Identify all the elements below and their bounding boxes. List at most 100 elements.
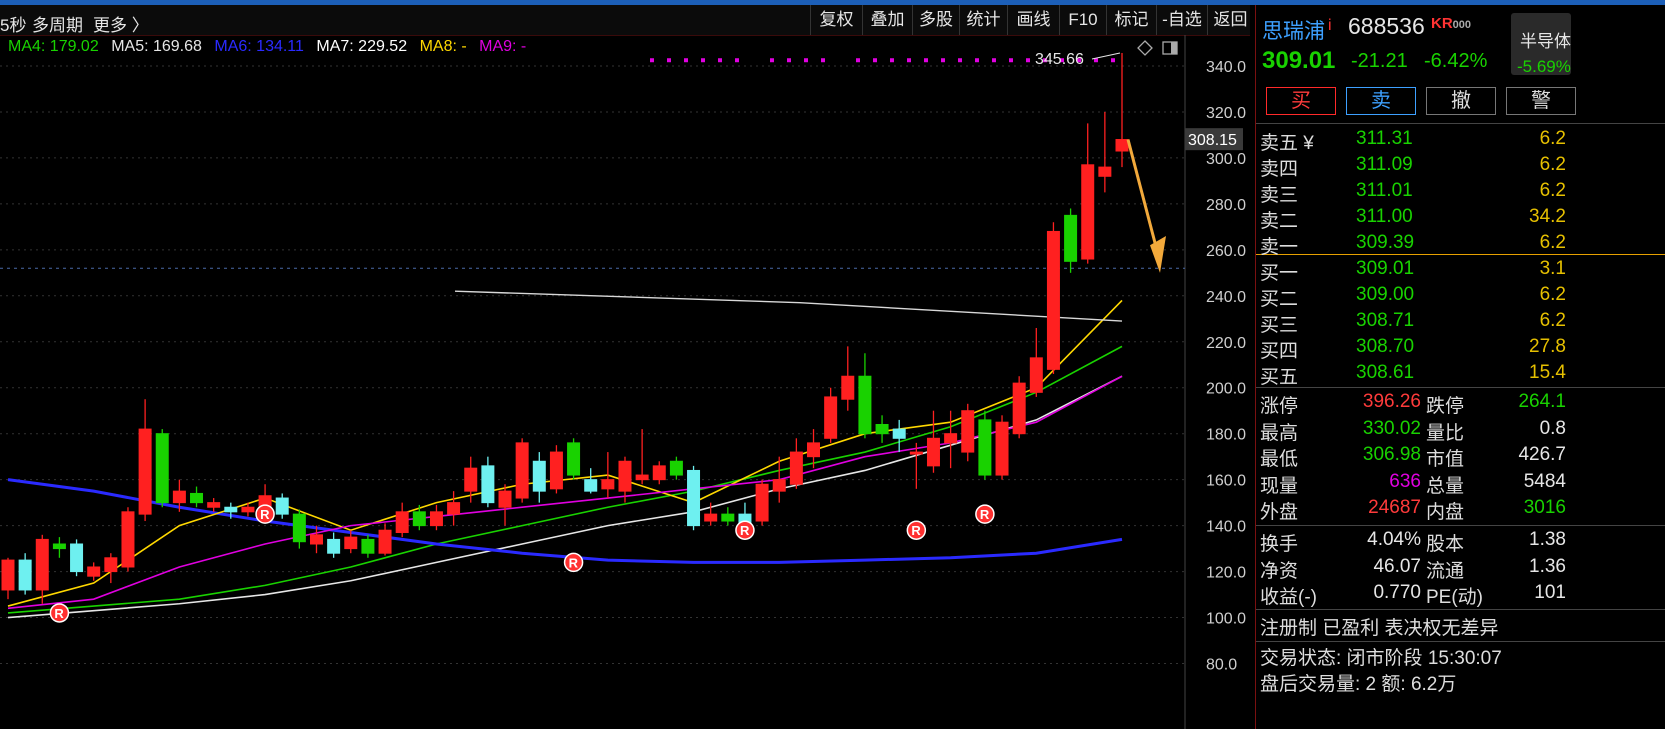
trend-arrow-line [1126, 139, 1160, 255]
ask-label: 卖三 [1260, 185, 1299, 206]
candle-body [35, 538, 49, 591]
ask-price: 311.31 [1356, 128, 1413, 149]
signal-dot [1026, 58, 1030, 63]
ask-label: 卖一 [1260, 237, 1299, 258]
stat-row: 净资 46.07 流通 1.36 [1256, 554, 1665, 582]
candle-body [155, 433, 169, 504]
overlay-button[interactable]: 叠加 [862, 5, 912, 35]
r-marker-label: R [980, 507, 990, 522]
y-tick-label: 140.0 [1206, 519, 1246, 536]
bid-label: 买二 [1260, 289, 1299, 310]
y-tick-label: 320.0 [1206, 105, 1246, 122]
chart-toolbar: 5秒 多周期 更多 〉 复权 叠加 多股 统计 画线 F10 标记 -自选 返回 [0, 5, 1250, 36]
candle-body [52, 543, 66, 550]
candle-body [309, 534, 323, 545]
signal-dot [975, 58, 979, 63]
y-tick-label: 200.0 [1206, 381, 1246, 398]
ask-volume: 6.2 [1539, 232, 1566, 253]
candle-body [652, 465, 666, 481]
candle-body [944, 433, 958, 444]
more-button[interactable]: 更多 〉 [93, 11, 149, 36]
stat-row: 最低 306.98 市值 426.7 [1256, 442, 1665, 470]
sell-button[interactable]: 卖 [1346, 87, 1416, 115]
r-marker-label: R [54, 606, 64, 621]
f10-button[interactable]: F10 [1059, 5, 1106, 35]
alert-button[interactable]: 警 [1506, 87, 1576, 115]
signal-dot [735, 58, 739, 63]
stat-label: 最高 [1260, 422, 1299, 444]
multi-stock-button[interactable]: 多股 [912, 5, 959, 35]
bid-volume: 6.2 [1539, 284, 1566, 305]
current-price-label: 308.15 [1188, 132, 1237, 149]
period-label[interactable]: 5秒 [0, 11, 26, 36]
bid-price: 309.01 [1356, 258, 1415, 279]
r-marker-label: R [740, 523, 750, 538]
y-tick-label: 220.0 [1206, 335, 1246, 352]
multi-period-button[interactable]: 多周期 [32, 11, 83, 36]
kr-tag: KR000 [1431, 15, 1472, 32]
candle-body [669, 460, 683, 476]
candle-body [1046, 230, 1060, 370]
signal-dot [701, 58, 705, 63]
draw-line-button[interactable]: 画线 [1007, 5, 1059, 35]
candlestick-chart[interactable]: 340.0 320.0 300.0 280.0 260.0 240.0 220.0 200.0… [0, 35, 1255, 729]
stat-label: 涨停 [1260, 396, 1299, 417]
candle-body [687, 469, 701, 527]
buy-button[interactable]: 买 [1266, 87, 1336, 115]
stat-row: 现量 636 总量 5484 [1256, 469, 1665, 497]
r-marker-label: R [260, 507, 270, 522]
bid-row: 买四 308.70 27.8 [1256, 334, 1665, 362]
signal-dot [992, 58, 996, 63]
sector-box[interactable]: 半导体 -5.69% [1511, 13, 1571, 76]
mark-button[interactable]: 标记 [1106, 5, 1156, 35]
candle-body [635, 474, 649, 481]
candle-body [1115, 139, 1129, 152]
candle-body [824, 396, 838, 439]
candle-body [875, 423, 889, 435]
candle-body [755, 483, 769, 522]
statistics-button[interactable]: 统计 [959, 5, 1007, 35]
sector-change: -5.69% [1517, 57, 1571, 76]
candle-body [909, 451, 923, 455]
candle-body [892, 428, 906, 439]
bid-label: 买四 [1260, 341, 1299, 362]
cancel-order-button[interactable]: 撤 [1426, 87, 1496, 115]
after-hours-volume: 盘后交易量: 2 额: 6.2万 [1260, 674, 1457, 695]
ask-row: 卖四 311.09 6.2 [1256, 152, 1665, 180]
candle-body [1064, 214, 1078, 262]
stat-value: 46.07 [1373, 555, 1421, 577]
y-tick-label: 240.0 [1206, 289, 1246, 306]
candle-body [18, 559, 32, 591]
signal-dot [770, 58, 774, 63]
ask-price: 311.01 [1356, 180, 1413, 201]
quote-panel: 思瑞浦 i 688536 KR000 半导体 -5.69% 309.01 -21… [1255, 5, 1665, 729]
y-tick-label: 300.0 [1206, 151, 1246, 168]
stat-label: 跌停 [1426, 396, 1465, 417]
last-price: 309.01 [1262, 47, 1336, 74]
candle-body [190, 492, 204, 504]
stat-value: 5484 [1523, 470, 1566, 492]
bid-volume: 27.8 [1529, 336, 1566, 357]
bid-price: 308.61 [1356, 362, 1415, 383]
signal-dot [718, 58, 722, 63]
fuquan-button[interactable]: 复权 [810, 5, 862, 35]
ask-volume: 6.2 [1539, 180, 1566, 201]
ask-price: 311.09 [1356, 154, 1413, 175]
candle-body [1, 559, 15, 591]
signal-dot [667, 58, 671, 63]
candle-body [395, 511, 409, 534]
candle-body [858, 375, 872, 435]
remove-favorite-button[interactable]: -自选 [1156, 5, 1207, 35]
price-change: -21.21 [1351, 50, 1408, 72]
candle-body [584, 479, 598, 492]
info-icon[interactable]: i [1328, 17, 1332, 35]
separator [1256, 525, 1665, 526]
signal-dot [907, 58, 911, 63]
stat-label: PE(动) [1426, 587, 1484, 608]
back-button[interactable]: 返回 [1207, 5, 1253, 35]
signal-dot [958, 58, 962, 63]
stat-value: 4.04% [1367, 529, 1421, 550]
trend-arrow-head [1150, 236, 1166, 273]
ask-volume: 34.2 [1529, 206, 1566, 227]
bid-label: 买三 [1260, 315, 1299, 336]
